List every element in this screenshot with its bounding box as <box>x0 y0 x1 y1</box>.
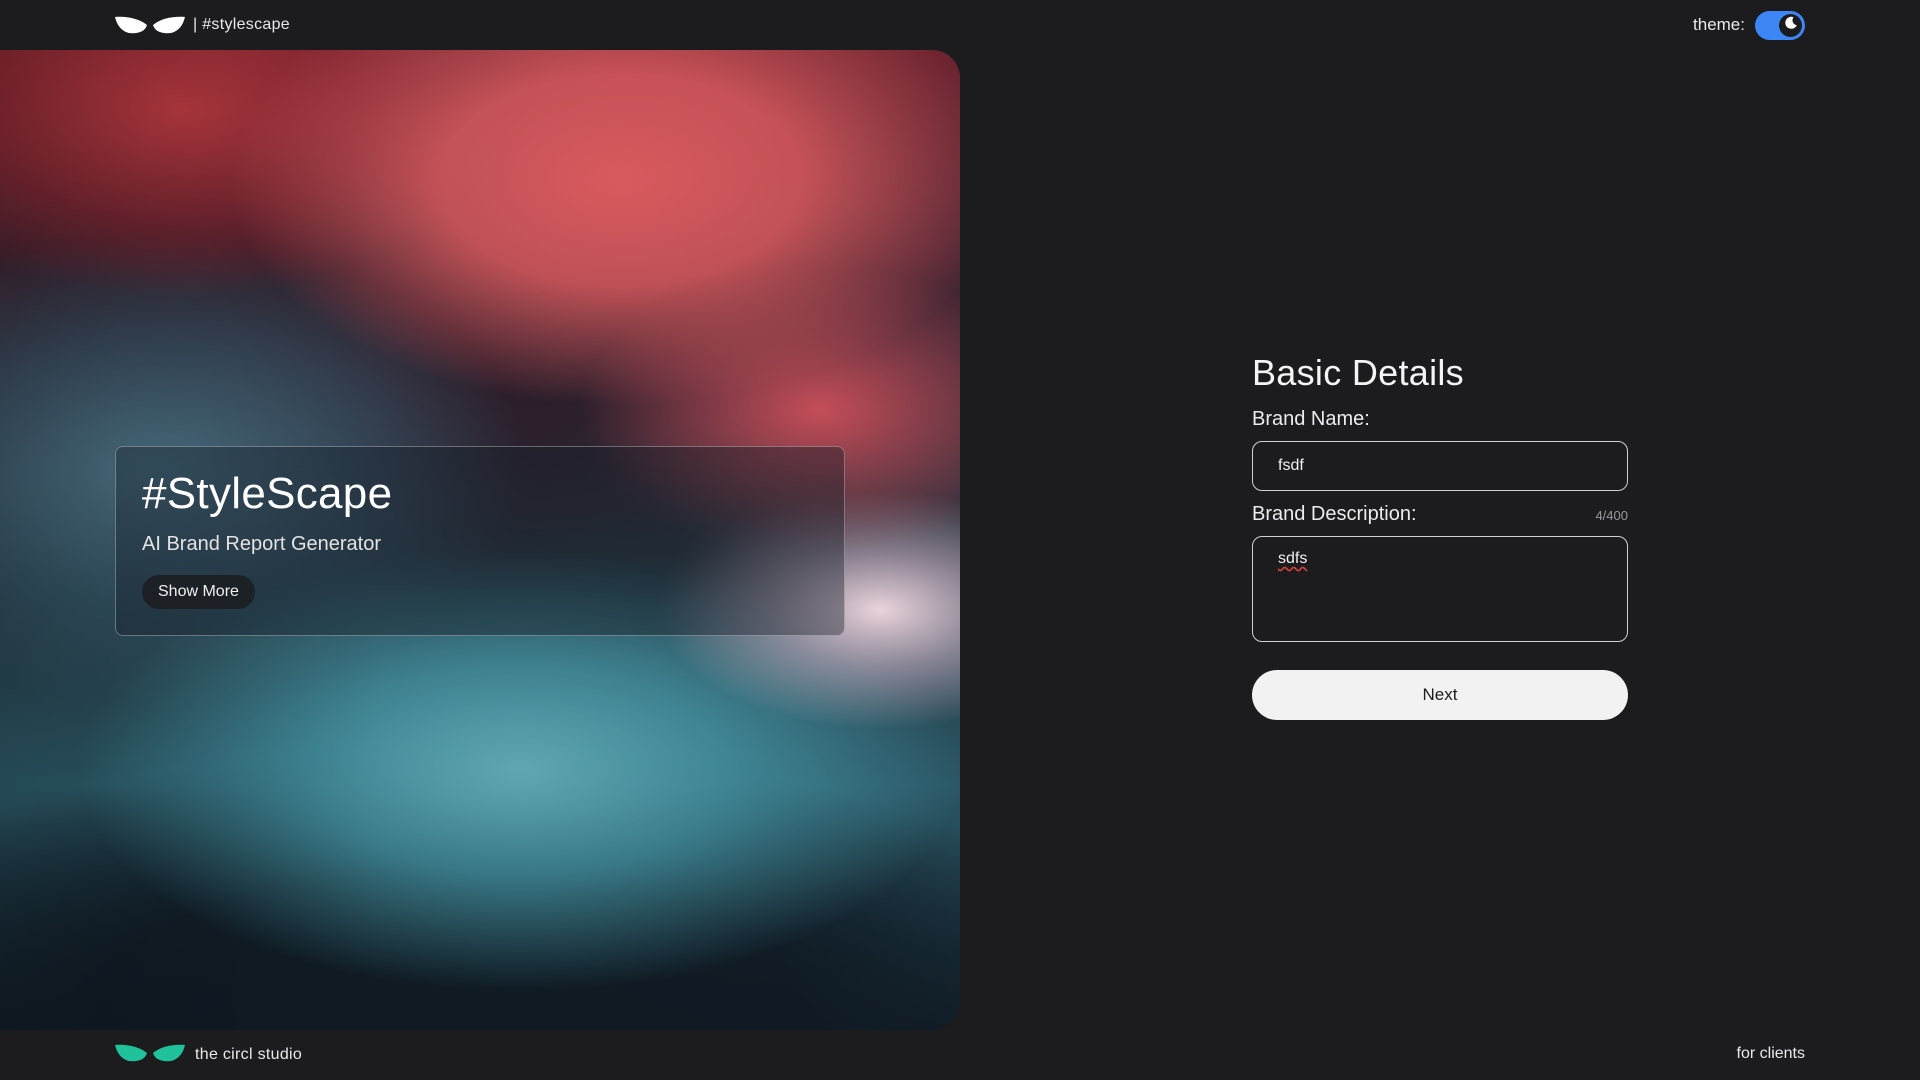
moon-icon <box>1784 16 1798 35</box>
footer-brand[interactable]: the circl studio <box>115 1043 302 1067</box>
character-counter: 4/400 <box>1595 508 1628 523</box>
leaf-logo-icon <box>115 1044 185 1067</box>
header-brand[interactable]: | #stylescape <box>115 13 290 37</box>
brand-description-label: Brand Description: <box>1252 503 1417 525</box>
form-title: Basic Details <box>1252 352 1464 393</box>
theme-switcher: theme: <box>1693 10 1805 40</box>
brand-description-textarea[interactable]: sdfs <box>1252 536 1628 642</box>
brand-description-text: sdfs <box>1278 550 1308 567</box>
footer-brand-text: the circl studio <box>195 1046 303 1063</box>
brand-name-input[interactable]: fsdf <box>1252 441 1628 491</box>
theme-toggle-knob <box>1779 13 1802 37</box>
hero-subtitle: AI Brand Report Generator <box>142 533 382 555</box>
header: | #stylescape theme: <box>0 0 1920 50</box>
leaf-logo-icon <box>115 16 185 34</box>
next-button[interactable]: Next <box>1252 670 1628 720</box>
header-brand-text: | #stylescape <box>193 16 290 33</box>
show-more-button[interactable]: Show More <box>142 575 255 609</box>
hero-title: #StyleScape <box>142 469 393 518</box>
hero-card: #StyleScape AI Brand Report Generator Sh… <box>115 446 845 636</box>
brand-description-label-row: Brand Description: 4/400 <box>1252 503 1628 526</box>
for-clients-link[interactable]: for clients <box>1737 1045 1805 1063</box>
basic-details-form: Basic Details Brand Name: fsdf Brand Des… <box>1252 352 1628 720</box>
hero-image-panel: #StyleScape AI Brand Report Generator Sh… <box>0 50 960 1030</box>
theme-label: theme: <box>1693 15 1745 34</box>
brand-name-label: Brand Name: <box>1252 408 1370 430</box>
theme-toggle[interactable] <box>1755 10 1805 40</box>
